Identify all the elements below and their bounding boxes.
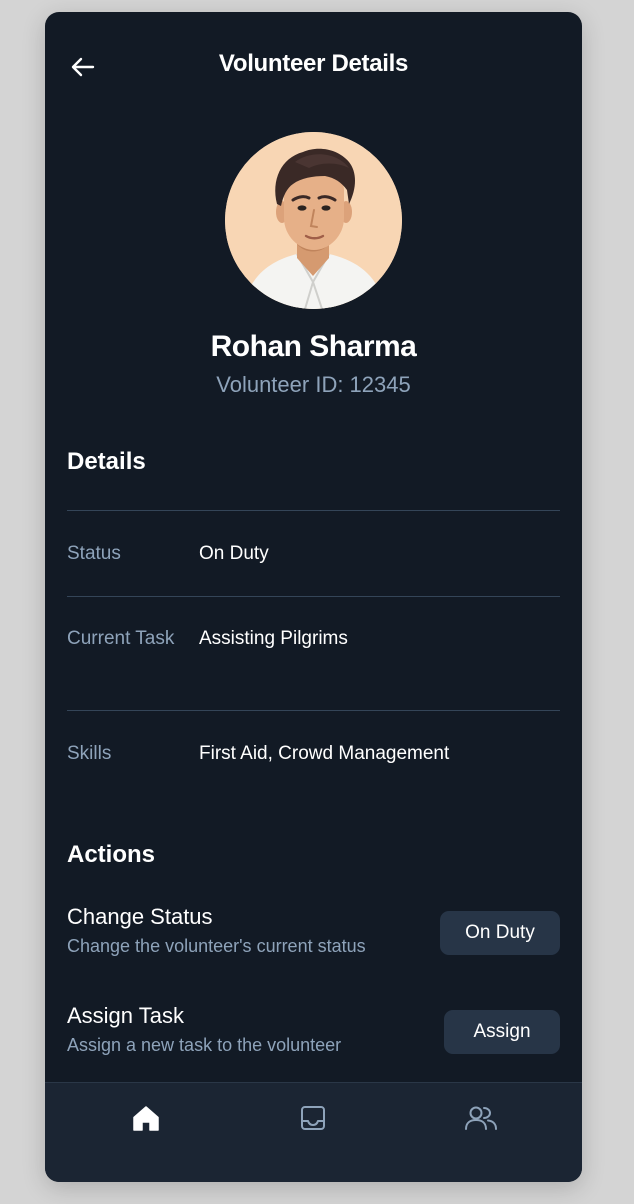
divider [67, 710, 560, 711]
change-status-button[interactable]: On Duty [440, 911, 560, 955]
divider [67, 596, 560, 597]
status-value: On Duty [199, 543, 269, 564]
bottom-navigation [45, 1082, 582, 1182]
top-app-bar: Volunteer Details [45, 12, 582, 124]
current-task-value: Assisting Pilgrims [199, 628, 348, 649]
nav-people[interactable] [461, 1101, 501, 1135]
assign-task-description: Assign a new task to the volunteer [67, 1035, 342, 1055]
people-icon [465, 1106, 497, 1130]
nav-inbox[interactable] [293, 1101, 333, 1135]
divider [67, 510, 560, 511]
status-label: Status [67, 543, 121, 564]
volunteer-details-screen: Volunteer Details Rohan Sharma Volunteer… [45, 12, 582, 1182]
assign-task-button[interactable]: Assign [444, 1010, 560, 1054]
assign-task-title: Assign Task [67, 1003, 184, 1028]
current-task-label: Current Task [67, 628, 175, 649]
inbox-icon [301, 1106, 325, 1130]
volunteer-avatar [225, 132, 402, 309]
actions-section-title: Actions [67, 841, 156, 868]
skills-label: Skills [67, 743, 112, 764]
page-title: Volunteer Details [218, 50, 409, 77]
home-icon [133, 1106, 159, 1131]
skills-value: First Aid, Crowd Management [199, 743, 450, 764]
change-status-title: Change Status [67, 904, 213, 929]
volunteer-name: Rohan Sharma [210, 330, 417, 363]
nav-home[interactable] [126, 1101, 166, 1135]
change-status-description: Change the volunteer's current status [67, 936, 366, 956]
volunteer-id: Volunteer ID: 12345 [216, 372, 411, 397]
details-section-title: Details [67, 448, 146, 475]
